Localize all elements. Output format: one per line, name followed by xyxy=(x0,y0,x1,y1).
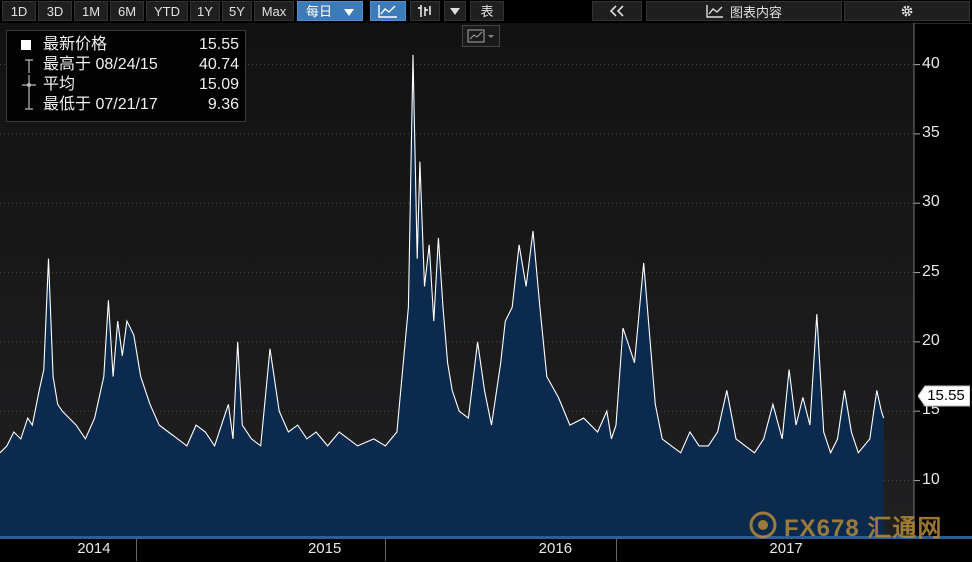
period-ytd-button[interactable]: YTD xyxy=(146,1,188,21)
year-divider xyxy=(616,539,618,561)
chart-content-icon xyxy=(706,5,723,18)
legend-low: 最低于 07/21/17 9.36 xyxy=(7,95,247,115)
chart-style-button[interactable] xyxy=(462,25,500,47)
watermark-logo-icon xyxy=(749,511,777,539)
y-tick-label: 30 xyxy=(922,193,940,211)
x-tick-label: 2017 xyxy=(769,540,803,557)
line-chart-icon xyxy=(378,5,397,18)
period-1y-button[interactable]: 1Y xyxy=(190,1,220,21)
legend-last-label: 最新价格 xyxy=(43,36,108,53)
chart-type-dropdown-button[interactable] xyxy=(444,1,466,21)
legend-last: 最新价格 15.55 xyxy=(7,35,247,55)
table-view-button[interactable]: 表 xyxy=(470,1,504,21)
period-3d-button[interactable]: 3D xyxy=(38,1,72,21)
y-tick-label: 40 xyxy=(922,54,940,72)
caret-down-icon xyxy=(450,8,460,15)
y-tick-label: 25 xyxy=(922,262,940,280)
legend-box: 最新价格 15.55 最高于 08/24/15 40.74 平均 15.09 最… xyxy=(6,30,246,122)
chart-content-button[interactable]: 图表内容 xyxy=(646,1,842,21)
frequency-dropdown[interactable]: 每日 xyxy=(297,1,363,21)
low-marker-icon xyxy=(25,95,33,110)
period-1m-button[interactable]: 1M xyxy=(74,1,108,21)
x-tick-label: 2014 xyxy=(77,540,111,557)
period-6m-button[interactable]: 6M xyxy=(110,1,144,21)
chart-content-label: 图表内容 xyxy=(729,4,782,20)
legend-square-icon xyxy=(21,40,31,50)
y-tick-label: 20 xyxy=(922,331,940,349)
legend-high: 最高于 08/24/15 40.74 xyxy=(7,55,247,75)
high-marker-icon xyxy=(25,59,33,73)
period-max-button[interactable]: Max xyxy=(254,1,294,21)
settings-button[interactable] xyxy=(844,1,970,21)
ohlc-icon xyxy=(418,5,431,17)
toolbar: 1D 3D 1M 6M YTD 1Y 5Y Max 每日 表 图表内容 xyxy=(0,0,972,24)
period-5y-button[interactable]: 5Y xyxy=(222,1,252,21)
legend-high-label: 最高于 08/24/15 xyxy=(43,56,158,73)
x-tick-label: 2016 xyxy=(538,540,573,557)
frequency-label: 每日 xyxy=(306,4,333,19)
y-axis xyxy=(914,64,920,482)
collapse-panel-button[interactable] xyxy=(592,1,642,21)
last-price-badge: 15.55 xyxy=(918,385,970,407)
gear-icon xyxy=(901,5,913,17)
y-tick-label: 10 xyxy=(922,470,940,488)
year-divider xyxy=(136,539,138,561)
year-divider xyxy=(385,539,387,561)
watermark: FX678 汇通网 xyxy=(748,508,958,542)
legend-low-label: 最低于 07/21/17 xyxy=(43,96,158,113)
x-tick-label: 2015 xyxy=(307,540,342,557)
legend-avg-label: 平均 xyxy=(43,76,76,93)
legend-last-value: 15.55 xyxy=(198,36,239,53)
watermark-text: FX678 汇通网 xyxy=(784,514,943,542)
y-tick-label: 35 xyxy=(922,123,940,141)
last-price-badge-text: 15.55 xyxy=(927,387,965,404)
legend-avg-value: 15.09 xyxy=(198,76,239,93)
legend-high-value: 40.74 xyxy=(198,56,239,73)
line-chart-type-button[interactable] xyxy=(370,1,406,21)
average-marker-icon xyxy=(22,75,36,95)
period-1d-button[interactable]: 1D xyxy=(2,1,36,21)
legend-avg: 平均 15.09 xyxy=(7,75,247,95)
double-chevron-left-icon xyxy=(609,5,624,17)
ohlc-chart-type-button[interactable] xyxy=(410,1,440,21)
line-chart-icon xyxy=(467,29,494,43)
legend-low-value: 9.36 xyxy=(207,96,239,113)
